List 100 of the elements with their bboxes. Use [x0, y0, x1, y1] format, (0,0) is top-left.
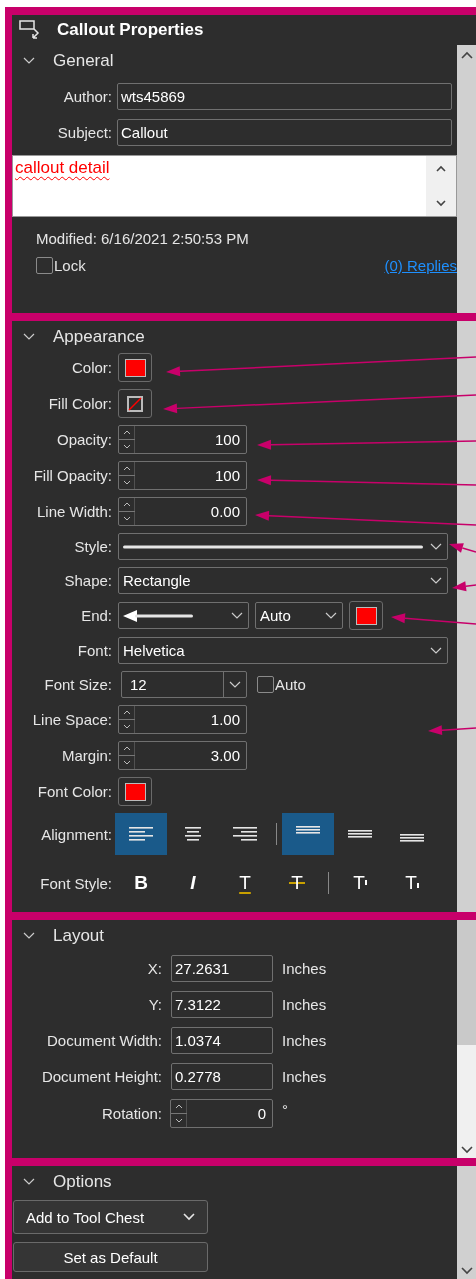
unit-label: Inches [282, 1032, 327, 1049]
chevron-icon[interactable] [23, 333, 35, 341]
dropdown[interactable]: Auto [255, 602, 343, 629]
number-spinner[interactable]: 1.00 [118, 705, 247, 734]
scroll-down-icon[interactable] [436, 200, 446, 207]
default-button[interactable]: Set as Default [13, 1242, 208, 1272]
scrollbar[interactable] [457, 321, 476, 912]
font-style-button[interactable]: B [115, 867, 167, 899]
vertical-align-icon [400, 834, 424, 842]
text-field[interactable]: 27.2631 [171, 955, 273, 982]
unit-label: Inches [282, 1068, 327, 1085]
align-button[interactable] [115, 813, 167, 855]
dropdown-button[interactable]: Add to Tool Chest [13, 1200, 208, 1234]
section-title[interactable]: Layout [53, 926, 105, 946]
number-spinner[interactable]: 100 [118, 461, 247, 490]
stepper-icon[interactable] [119, 742, 135, 769]
spinner-value[interactable]: 100 [135, 431, 246, 448]
panel-title: Callout Properties [57, 20, 204, 40]
checkbox-label[interactable]: Lock [54, 257, 86, 274]
field-label: Author: [62, 88, 112, 105]
chevron-icon[interactable] [23, 57, 35, 65]
chevron-down-icon [231, 611, 243, 620]
color-button[interactable] [118, 353, 152, 382]
stepper-icon[interactable] [119, 498, 135, 525]
chevron-icon[interactable] [23, 932, 35, 940]
chevron-down-icon [325, 611, 337, 620]
solid-line-icon [123, 544, 423, 549]
section-title[interactable]: Options [53, 1172, 112, 1192]
section-title[interactable]: Appearance [53, 327, 145, 347]
chevron-down-icon [430, 542, 442, 551]
text-field[interactable]: 7.3122 [171, 991, 273, 1018]
font-style-button[interactable]: I [167, 867, 219, 899]
no-color-icon [127, 395, 143, 412]
field-label: Line Space: [31, 711, 112, 728]
number-spinner[interactable]: 100 [118, 425, 247, 454]
comment-text: callout detail [14, 157, 111, 179]
scrollbar[interactable] [457, 1166, 476, 1279]
stepper-icon[interactable] [119, 426, 135, 453]
field-label: Font Color: [36, 783, 112, 800]
section-title[interactable]: General [53, 51, 114, 71]
comment-field[interactable]: callout detail [12, 155, 457, 217]
dropdown[interactable]: Rectangle [118, 567, 448, 594]
stepper-icon[interactable] [119, 462, 135, 489]
number-spinner[interactable]: 0 [170, 1099, 273, 1128]
field-label: Opacity: [55, 431, 112, 448]
field-label: Document Width: [45, 1032, 162, 1049]
checkbox[interactable] [257, 676, 274, 693]
align-button[interactable] [282, 813, 334, 855]
color-button[interactable] [118, 389, 152, 418]
checkbox[interactable] [36, 257, 53, 274]
text-align-icon [129, 826, 153, 842]
font-style-button[interactable]: T [219, 867, 271, 899]
spinner-value[interactable]: 0 [187, 1105, 272, 1122]
scrollbar[interactable] [457, 45, 476, 313]
field-label: Alignment: [40, 825, 112, 843]
field-label: Font Size: [43, 676, 112, 693]
scroll-down-icon[interactable] [460, 1267, 473, 1275]
replies-link[interactable]: (0) Replies [384, 257, 457, 274]
scroll-down-icon[interactable] [460, 1146, 473, 1154]
unit-label: Inches [282, 996, 327, 1013]
scroll-up-icon[interactable] [436, 165, 446, 172]
field-label: Subject: [56, 124, 112, 141]
chevron-icon[interactable] [23, 1178, 35, 1186]
field-label: Line Width: [35, 503, 112, 520]
vertical-align-icon [348, 830, 372, 838]
text-field[interactable]: 1.0374 [171, 1027, 273, 1054]
field-label: Fill Opacity: [32, 467, 112, 484]
number-spinner[interactable]: 3.00 [118, 741, 247, 770]
vertical-align-icon [296, 826, 320, 834]
field-label: Document Height: [40, 1068, 162, 1085]
text-field[interactable]: Callout [117, 119, 452, 146]
text-field[interactable]: wts45869 [117, 83, 452, 110]
stepper-icon[interactable] [119, 706, 135, 733]
spinner-value[interactable]: 100 [135, 467, 246, 484]
font-size-combo[interactable]: 12 [121, 671, 247, 698]
spinner-value[interactable]: 3.00 [135, 747, 246, 764]
scroll-up-icon[interactable] [460, 51, 473, 59]
color-button[interactable] [349, 601, 383, 630]
stepper-icon[interactable] [171, 1100, 187, 1127]
text-field[interactable]: 0.2778 [171, 1063, 273, 1090]
field-label: Margin: [60, 747, 112, 764]
scrollbar-thumb[interactable] [457, 920, 476, 1045]
field-label: Font Style: [39, 874, 112, 892]
font-style-button[interactable]: T [386, 867, 438, 899]
field-label: Font: [76, 642, 112, 659]
comment-scrollbar[interactable] [426, 156, 456, 216]
checkbox-label[interactable]: Auto [275, 676, 306, 693]
color-button[interactable] [118, 777, 152, 806]
line-style-dropdown[interactable] [118, 533, 448, 560]
field-label: Fill Color: [47, 395, 112, 412]
font-style-button[interactable]: T [334, 867, 386, 899]
chevron-down-icon [430, 576, 442, 585]
spinner-value[interactable]: 0.00 [135, 503, 246, 520]
text-align-icon [233, 826, 257, 842]
spinner-value[interactable]: 1.00 [135, 711, 246, 728]
field-label: Color: [71, 359, 112, 376]
dropdown[interactable]: Helvetica [118, 637, 448, 664]
scrollbar[interactable] [457, 920, 476, 1158]
line-end-dropdown[interactable] [118, 602, 249, 629]
number-spinner[interactable]: 0.00 [118, 497, 247, 526]
